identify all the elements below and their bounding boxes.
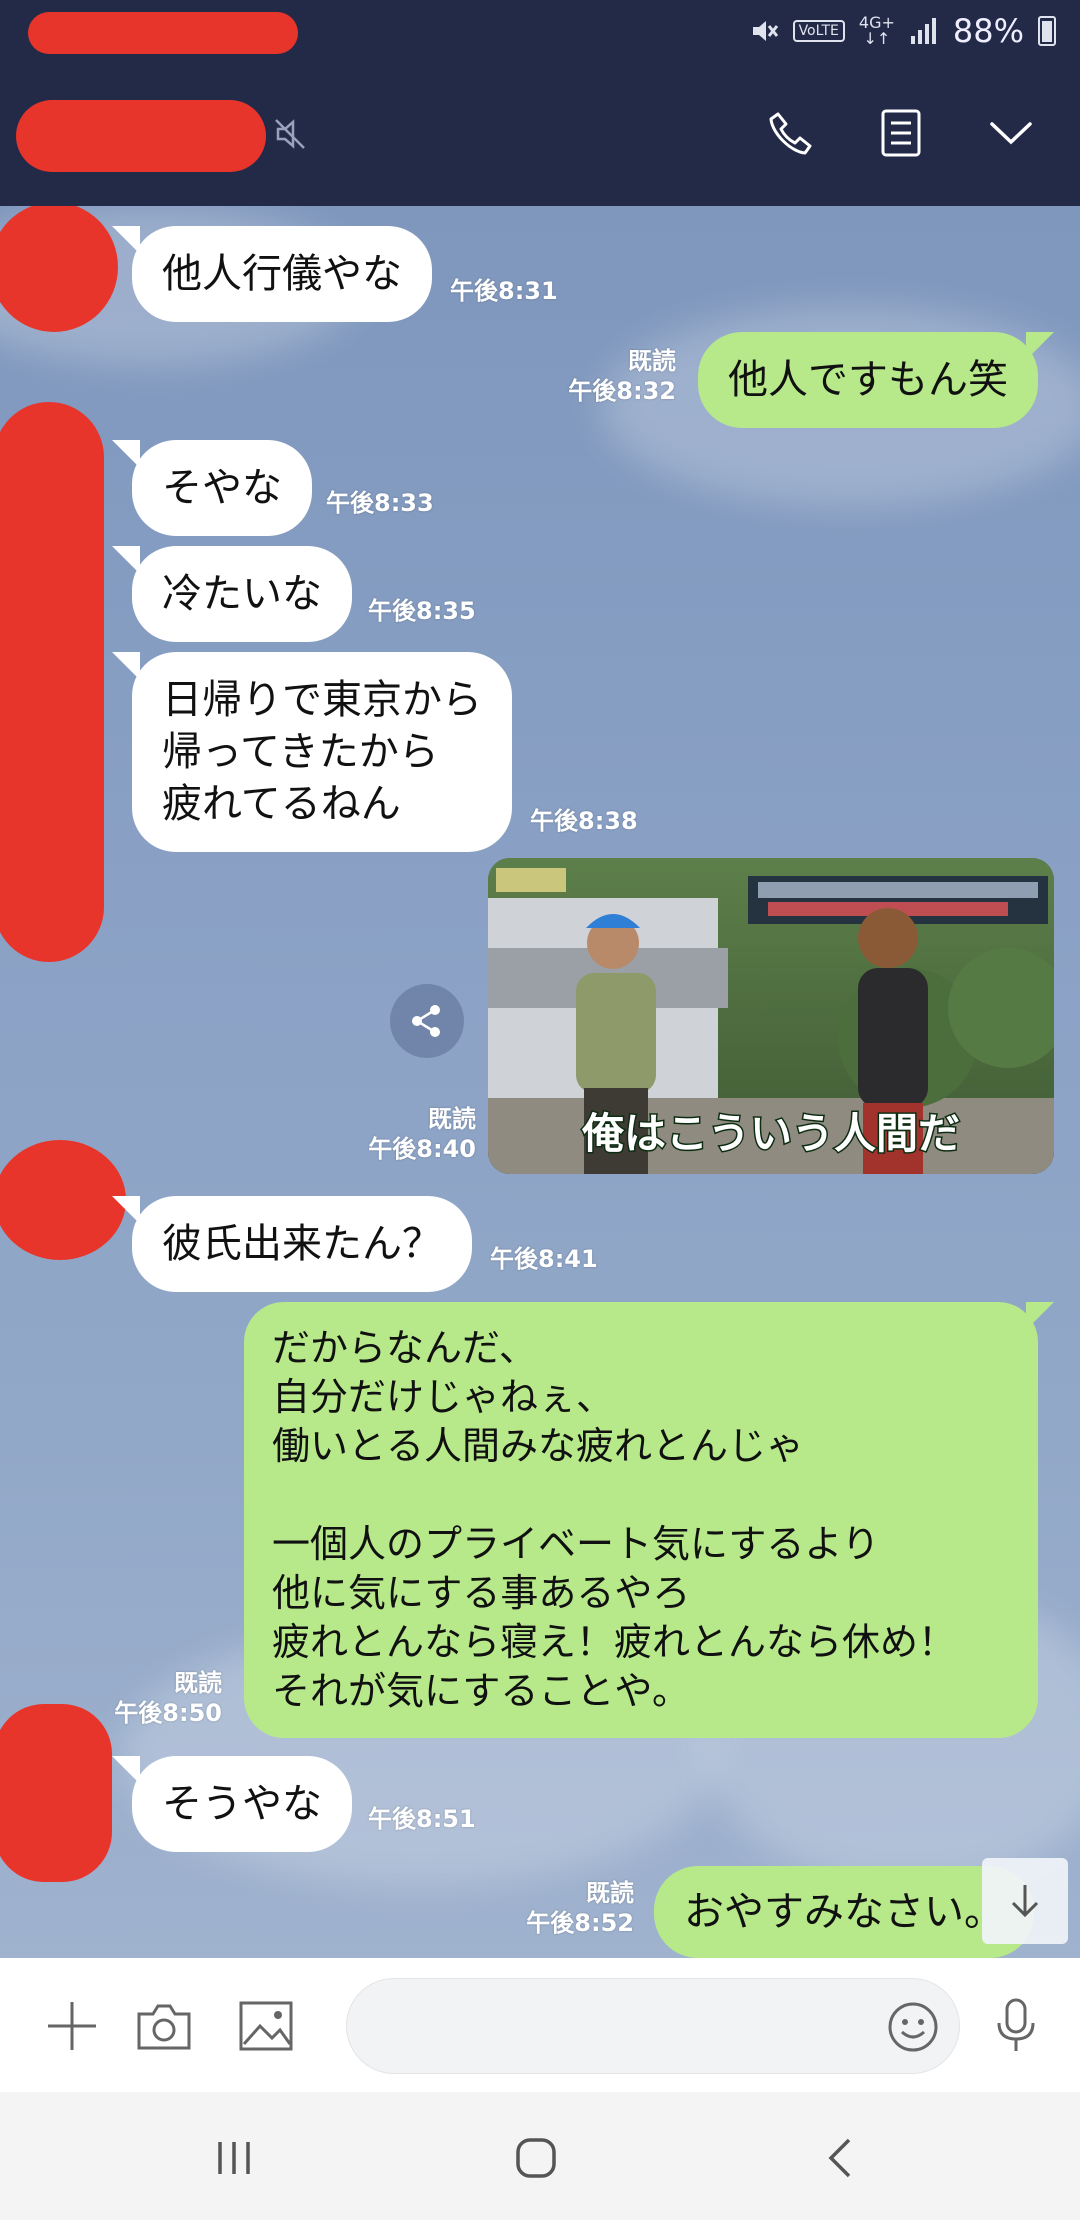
add-button[interactable] bbox=[42, 1996, 102, 2056]
message-time: 午後8:41 bbox=[490, 1245, 598, 1273]
share-button[interactable] bbox=[390, 984, 464, 1058]
message-time: 午後8:31 bbox=[450, 277, 558, 305]
scroll-down-button[interactable] bbox=[982, 1858, 1068, 1944]
message-time: 午後8:33 bbox=[326, 489, 434, 517]
network-icon: 4G+ ↓↑ bbox=[858, 13, 895, 48]
message-bubble-outgoing[interactable]: だからなんだ、 自分だけじゃねぇ、 働いとる人間みな疲れとんじゃ 一個人のプライ… bbox=[244, 1302, 1038, 1738]
battery-percent: 88% bbox=[952, 12, 1024, 50]
chat-area[interactable]: 他人行儀やな 午後8:31 既読 午後8:32 他人ですもん笑 そやな 午後8:3… bbox=[0, 206, 1080, 1958]
home-button[interactable] bbox=[506, 2128, 566, 2188]
status-indicators: VoLTE 4G+ ↓↑ 88% bbox=[749, 8, 1056, 54]
read-status: 既読 午後8:52 bbox=[526, 1879, 634, 1937]
home-icon bbox=[516, 2138, 556, 2178]
recent-apps-button[interactable] bbox=[204, 2128, 264, 2188]
recent-apps-icon bbox=[218, 2142, 250, 2174]
emoji-button[interactable] bbox=[883, 1997, 943, 2057]
image-icon bbox=[239, 2001, 293, 2051]
read-status: 既読 午後8:40 bbox=[368, 1105, 476, 1163]
message-time: 午後8:38 bbox=[530, 807, 638, 835]
microphone-icon bbox=[997, 1998, 1035, 2051]
system-nav-bar bbox=[0, 2092, 1080, 2220]
arrow-down-icon bbox=[1011, 1885, 1039, 1918]
battery-icon bbox=[1038, 16, 1056, 46]
camera-icon bbox=[137, 2004, 191, 2050]
tv-screenshot-image: 俺はこういう人間だ bbox=[488, 858, 1054, 1174]
image-caption: 俺はこういう人間だ bbox=[581, 1109, 960, 1158]
redacted-carrier bbox=[28, 12, 298, 54]
status-bar: VoLTE 4G+ ↓↑ 88% bbox=[0, 0, 1080, 62]
input-bar bbox=[0, 1958, 1080, 2092]
avatar[interactable] bbox=[0, 1140, 126, 1260]
camera-button[interactable] bbox=[134, 1996, 194, 2056]
mute-icon bbox=[752, 21, 778, 41]
voice-button[interactable] bbox=[986, 1996, 1046, 2056]
emoji-icon bbox=[888, 2002, 938, 2052]
notes-icon bbox=[881, 109, 921, 157]
message-input[interactable] bbox=[346, 1978, 960, 2074]
call-button[interactable] bbox=[756, 98, 826, 168]
message-bubble-incoming[interactable]: 他人行儀やな bbox=[132, 226, 432, 322]
plus-icon bbox=[48, 2002, 96, 2050]
avatar[interactable] bbox=[0, 402, 104, 962]
gallery-button[interactable] bbox=[236, 1996, 296, 2056]
chevron-down-icon bbox=[990, 122, 1032, 145]
back-icon bbox=[828, 2138, 851, 2178]
message-bubble-outgoing[interactable]: 他人ですもん笑 bbox=[698, 332, 1038, 428]
notes-button[interactable] bbox=[866, 98, 936, 168]
volte-icon: VoLTE bbox=[792, 20, 845, 42]
phone-icon bbox=[769, 112, 812, 155]
signal-icon bbox=[910, 18, 936, 44]
message-time: 午後8:51 bbox=[368, 1805, 476, 1833]
chat-header bbox=[0, 62, 1080, 206]
message-bubble-incoming[interactable]: そやな bbox=[132, 440, 312, 536]
message-bubble-incoming[interactable]: 日帰りで東京から 帰ってきたから 疲れてるねん bbox=[132, 652, 512, 852]
message-bubble-incoming[interactable]: そうやな bbox=[132, 1756, 352, 1852]
message-bubble-incoming[interactable]: 彼氏出来たん？ bbox=[132, 1196, 472, 1292]
back-button[interactable] bbox=[810, 2128, 870, 2188]
share-icon bbox=[412, 1005, 440, 1037]
avatar[interactable] bbox=[0, 1704, 112, 1882]
message-time: 午後8:35 bbox=[368, 597, 476, 625]
redacted-contact-name[interactable] bbox=[16, 100, 266, 172]
read-status: 既読 午後8:50 bbox=[114, 1669, 222, 1727]
image-message[interactable]: 俺はこういう人間だ bbox=[488, 858, 1054, 1174]
menu-toggle-button[interactable] bbox=[976, 98, 1046, 168]
message-bubble-outgoing[interactable]: おやすみなさい。 bbox=[654, 1866, 1034, 1958]
read-status: 既読 午後8:32 bbox=[568, 347, 676, 405]
message-bubble-incoming[interactable]: 冷たいな bbox=[132, 546, 352, 642]
muted-speaker-icon bbox=[275, 119, 305, 149]
